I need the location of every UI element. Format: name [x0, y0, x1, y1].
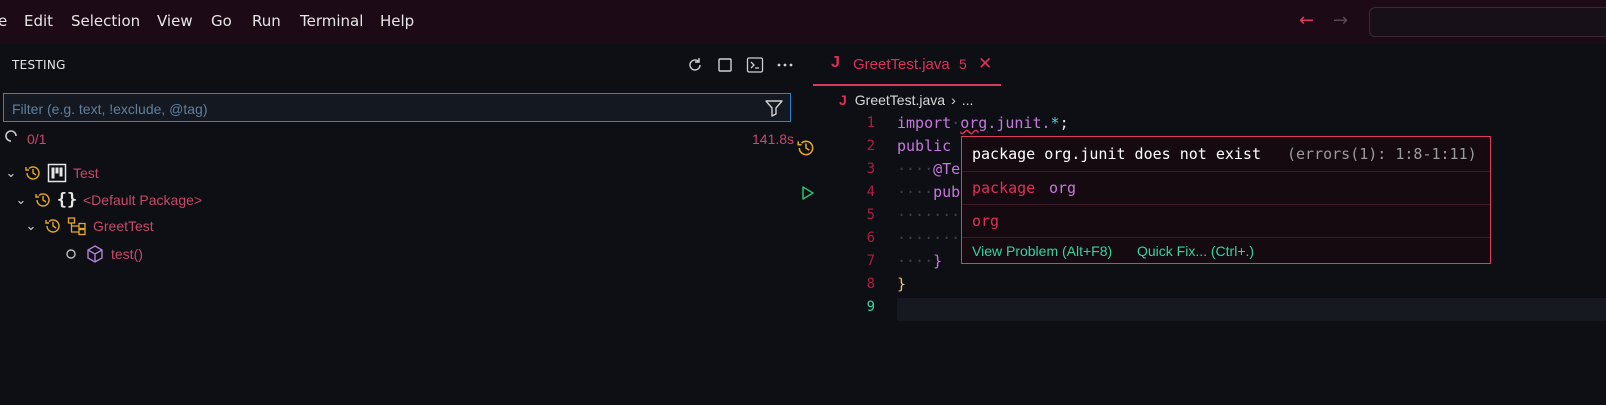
code-line-7[interactable]: ····} — [897, 252, 942, 270]
history-icon — [23, 163, 43, 183]
line-number: 2 — [866, 138, 875, 154]
testing-sidebar: TESTING 0/1 141.8s ⌄ Test ⌄ — [0, 44, 813, 405]
filter-input[interactable] — [4, 94, 754, 123]
more-actions-icon[interactable] — [774, 54, 796, 76]
brace-token: } — [897, 275, 907, 293]
breadcrumb: J GreetTest.java › ... — [839, 92, 973, 108]
code-line-3[interactable]: ····@Te — [897, 160, 960, 178]
hover-package-name: org — [1049, 179, 1077, 197]
menu-edit[interactable]: Edit — [24, 12, 53, 30]
filter-icon[interactable] — [764, 98, 784, 118]
forward-arrow-icon[interactable]: → — [1333, 10, 1348, 31]
hover-keyword: package — [972, 179, 1036, 197]
chevron-down-icon[interactable]: ⌄ — [13, 192, 29, 208]
test-duration: 141.8s — [752, 131, 795, 147]
stop-icon[interactable] — [714, 54, 736, 76]
line-number: 5 — [866, 207, 875, 223]
menu-file[interactable]: e — [0, 12, 7, 30]
brace-token: } — [933, 252, 943, 270]
view-problem-link[interactable]: View Problem (Alt+F8) — [972, 243, 1112, 259]
run-test-icon[interactable] — [798, 184, 816, 202]
tree-item-default-package[interactable]: ⌄ {} <Default Package> — [13, 188, 203, 212]
test-filter — [3, 93, 791, 123]
code-line-1[interactable]: import·org.junit.*; — [897, 114, 1069, 132]
method-icon — [85, 244, 105, 264]
line-number: 4 — [866, 184, 875, 200]
class-icon — [67, 216, 87, 236]
chevron-down-icon[interactable]: ⌄ — [3, 165, 19, 181]
line-number: 7 — [866, 253, 875, 269]
hover-message-row: package org.junit does not exist (errors… — [962, 137, 1490, 172]
chevron-right-icon: › — [951, 92, 956, 108]
refresh-icon[interactable] — [684, 54, 706, 76]
hover-declaration-row: package org — [962, 171, 1490, 205]
sidebar-title: TESTING — [12, 58, 66, 72]
chevron-down-icon[interactable]: ⌄ — [23, 218, 39, 234]
not-run-circle-icon — [61, 244, 81, 264]
tree-item-label: test() — [111, 246, 143, 262]
test-progress: 0/1 — [27, 131, 47, 147]
error-token: org — [960, 114, 988, 132]
terminal-icon[interactable] — [744, 54, 766, 76]
history-icon[interactable] — [796, 138, 816, 158]
menu-selection[interactable]: Selection — [71, 12, 140, 30]
hover-message: package org.junit does not exist — [972, 145, 1261, 163]
tree-item-label: Test — [73, 165, 99, 181]
tree-item-test-method[interactable]: test() — [57, 242, 143, 266]
breadcrumb-file[interactable]: GreetTest.java — [855, 92, 945, 108]
annotation-token: @Te — [933, 160, 961, 178]
code-line-2[interactable]: public — [897, 137, 951, 155]
java-file-icon: J — [839, 92, 847, 108]
line-number: 3 — [866, 161, 875, 177]
close-icon[interactable]: ✕ — [978, 54, 992, 74]
semicolon-token: ; — [1059, 114, 1069, 132]
loading-spinner-icon — [4, 129, 18, 143]
test-project-icon — [47, 163, 67, 183]
code-line-6[interactable]: ········ — [897, 229, 969, 247]
line-number: 6 — [866, 230, 875, 246]
command-center[interactable] — [1369, 7, 1606, 37]
java-file-icon: J — [831, 54, 840, 71]
menu-run[interactable]: Run — [252, 12, 281, 30]
package-token: .junit. — [987, 114, 1051, 132]
menu-help[interactable]: Help — [380, 12, 414, 30]
tree-item-test[interactable]: ⌄ Test — [3, 161, 99, 185]
hover-symbol-row: org — [962, 204, 1490, 238]
line-number: 8 — [866, 276, 875, 292]
tree-item-greettest[interactable]: ⌄ GreetTest — [23, 214, 154, 238]
line-number-current: 9 — [866, 299, 875, 315]
problem-hover: package org.junit does not exist (errors… — [961, 136, 1491, 264]
back-arrow-icon[interactable]: ← — [1299, 10, 1314, 31]
wildcard-token: * — [1050, 114, 1060, 132]
hover-error-code: (errors(1): 1:8-1:11) — [1287, 145, 1477, 163]
history-icon — [33, 190, 53, 210]
code-line-5[interactable]: ········ — [897, 206, 969, 224]
history-icon — [43, 216, 63, 236]
breadcrumb-more[interactable]: ... — [962, 92, 974, 108]
editor-tabs: J GreetTest.java 5 ✕ — [813, 44, 1606, 86]
hover-symbol: org — [972, 212, 1000, 230]
current-line-highlight — [897, 298, 1606, 321]
keyword-token: public — [897, 137, 952, 155]
menu-go[interactable]: Go — [211, 12, 232, 30]
quick-fix-link[interactable]: Quick Fix... (Ctrl+.) — [1137, 243, 1254, 259]
braces-icon: {} — [56, 190, 78, 210]
line-number: 1 — [866, 115, 875, 131]
menu-bar: e Edit Selection View Go Run Terminal He… — [0, 0, 1606, 44]
tab-label: GreetTest.java — [853, 56, 950, 73]
tab-greettest[interactable]: J GreetTest.java 5 ✕ — [813, 44, 1001, 86]
menu-terminal[interactable]: Terminal — [300, 12, 363, 30]
tree-item-label: GreetTest — [93, 218, 154, 234]
problem-count-badge: 5 — [959, 56, 967, 72]
code-line-4[interactable]: ····publ — [897, 183, 969, 201]
menu-view[interactable]: View — [157, 12, 193, 30]
keyword-token: import — [897, 114, 952, 132]
code-line-8[interactable]: } — [897, 275, 906, 293]
tree-item-label: <Default Package> — [83, 192, 203, 208]
